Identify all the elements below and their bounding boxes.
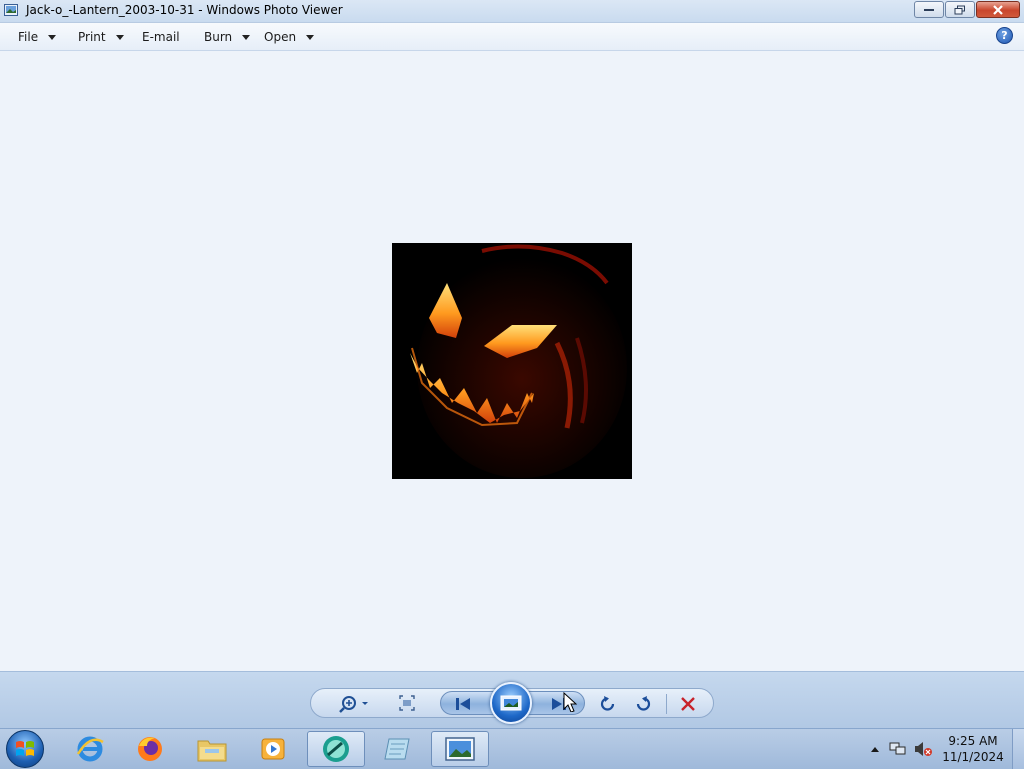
taskbar-notepad[interactable] <box>369 731 427 767</box>
taskbar-snipping-tool[interactable] <box>307 731 365 767</box>
internet-explorer-icon <box>76 736 104 762</box>
jack-o-lantern-image <box>392 243 632 479</box>
actual-size-icon[interactable] <box>398 694 416 714</box>
start-button[interactable] <box>6 730 44 768</box>
previous-icon[interactable] <box>454 694 472 714</box>
menu-open-label: Open <box>264 30 297 44</box>
help-icon[interactable]: ? <box>996 27 1013 44</box>
window-controls <box>913 1 1020 19</box>
window-title: Jack-o_-Lantern_2003-10-31 - Windows Pho… <box>26 3 343 17</box>
mouse-cursor-icon <box>563 692 577 712</box>
windows-logo-icon <box>16 741 34 756</box>
menu-burn[interactable]: Burn <box>204 29 251 45</box>
slideshow-button[interactable] <box>490 682 532 724</box>
photo-viewer-app-icon <box>4 4 18 16</box>
title-bar[interactable]: Jack-o_-Lantern_2003-10-31 - Windows Pho… <box>0 0 1024 23</box>
menu-open[interactable]: Open <box>264 29 315 45</box>
menu-bar: File Print E-mail Burn Open <box>0 23 1024 51</box>
photo-viewer-icon <box>445 737 475 761</box>
rotate-counterclockwise-icon[interactable] <box>598 694 618 714</box>
chevron-down-icon <box>242 34 251 40</box>
menu-email-label: E-mail <box>142 30 180 44</box>
menu-file-label: File <box>18 30 39 44</box>
control-bar <box>0 671 1024 729</box>
media-player-icon <box>261 738 285 760</box>
restore-button[interactable] <box>945 1 975 18</box>
taskbar-media-player[interactable] <box>244 731 302 767</box>
show-hidden-icons-icon[interactable] <box>870 745 880 753</box>
menu-print[interactable]: Print <box>78 29 124 45</box>
taskbar-photo-viewer[interactable] <box>431 731 489 767</box>
minimize-button[interactable] <box>914 1 944 18</box>
chevron-down-icon <box>48 34 57 40</box>
close-icon <box>993 4 1003 15</box>
zoom-icon[interactable] <box>338 694 370 714</box>
jack-o-lantern-photo <box>392 243 632 479</box>
taskbar-file-explorer[interactable] <box>183 731 241 767</box>
menu-burn-label: Burn <box>204 30 233 44</box>
menu-email[interactable]: E-mail <box>142 29 180 45</box>
slideshow-icon <box>500 695 522 711</box>
show-desktop-button[interactable] <box>1012 729 1024 769</box>
taskbar: 9:25 AM 11/1/2024 <box>0 728 1024 769</box>
volume-muted-icon[interactable] <box>913 741 933 757</box>
rotate-clockwise-icon[interactable] <box>633 694 653 714</box>
chevron-down-icon <box>306 34 315 40</box>
minimize-icon <box>924 8 934 11</box>
clock-time: 9:25 AM <box>948 734 998 748</box>
network-icon[interactable] <box>889 741 907 757</box>
taskbar-internet-explorer[interactable] <box>61 731 119 767</box>
separator <box>666 694 667 714</box>
menu-print-label: Print <box>78 30 106 44</box>
clock-date: 11/1/2024 <box>942 750 1004 764</box>
photo-viewing-area <box>0 51 1024 671</box>
firefox-icon <box>138 737 162 761</box>
notepad-icon <box>384 738 410 760</box>
file-explorer-icon <box>197 740 227 762</box>
delete-icon[interactable] <box>678 694 698 714</box>
chevron-down-icon <box>115 34 124 40</box>
snipping-tool-icon <box>323 736 349 762</box>
system-clock[interactable]: 9:25 AM 11/1/2024 <box>942 733 1004 765</box>
menu-file[interactable]: File <box>18 29 57 45</box>
close-button[interactable] <box>976 1 1020 18</box>
taskbar-firefox[interactable] <box>121 731 179 767</box>
restore-icon <box>954 5 965 14</box>
